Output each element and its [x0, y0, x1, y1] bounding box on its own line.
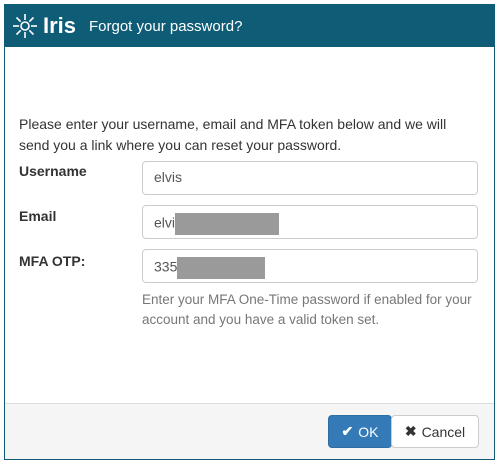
app-logo-text: Iris [43, 13, 77, 38]
cancel-button[interactable]: ✖ Cancel [391, 415, 479, 448]
dialog-title: Forgot your password? [89, 18, 243, 35]
mfa-redaction [177, 257, 266, 279]
dialog-titlebar: Iris Forgot your password? [5, 5, 494, 47]
ok-button[interactable]: ✔ OK [328, 415, 392, 448]
mfa-input[interactable]: 335 [142, 249, 478, 283]
username-input[interactable]: elvis [142, 161, 478, 195]
email-redaction [175, 213, 280, 235]
username-value: elvis [154, 169, 183, 185]
mfa-value: 335 [154, 258, 178, 275]
username-label: Username [19, 163, 87, 179]
check-icon: ✔ [341, 423, 354, 439]
email-label: Email [19, 208, 57, 224]
mfa-label: MFA OTP: [19, 253, 86, 269]
cancel-button-label: Cancel [421, 423, 466, 440]
email-value: elvi [154, 214, 176, 231]
email-input[interactable]: elvi [142, 205, 478, 239]
mfa-help-text: Enter your MFA One-Time password if enab… [142, 292, 472, 327]
close-icon: ✖ [404, 423, 417, 439]
iris-logo-icon [13, 14, 37, 38]
instruction-text: Please enter your username, email and MF… [19, 116, 447, 153]
forgot-password-dialog: Iris Forgot your password? Please enter … [4, 4, 495, 460]
ok-button-label: OK [358, 423, 379, 440]
